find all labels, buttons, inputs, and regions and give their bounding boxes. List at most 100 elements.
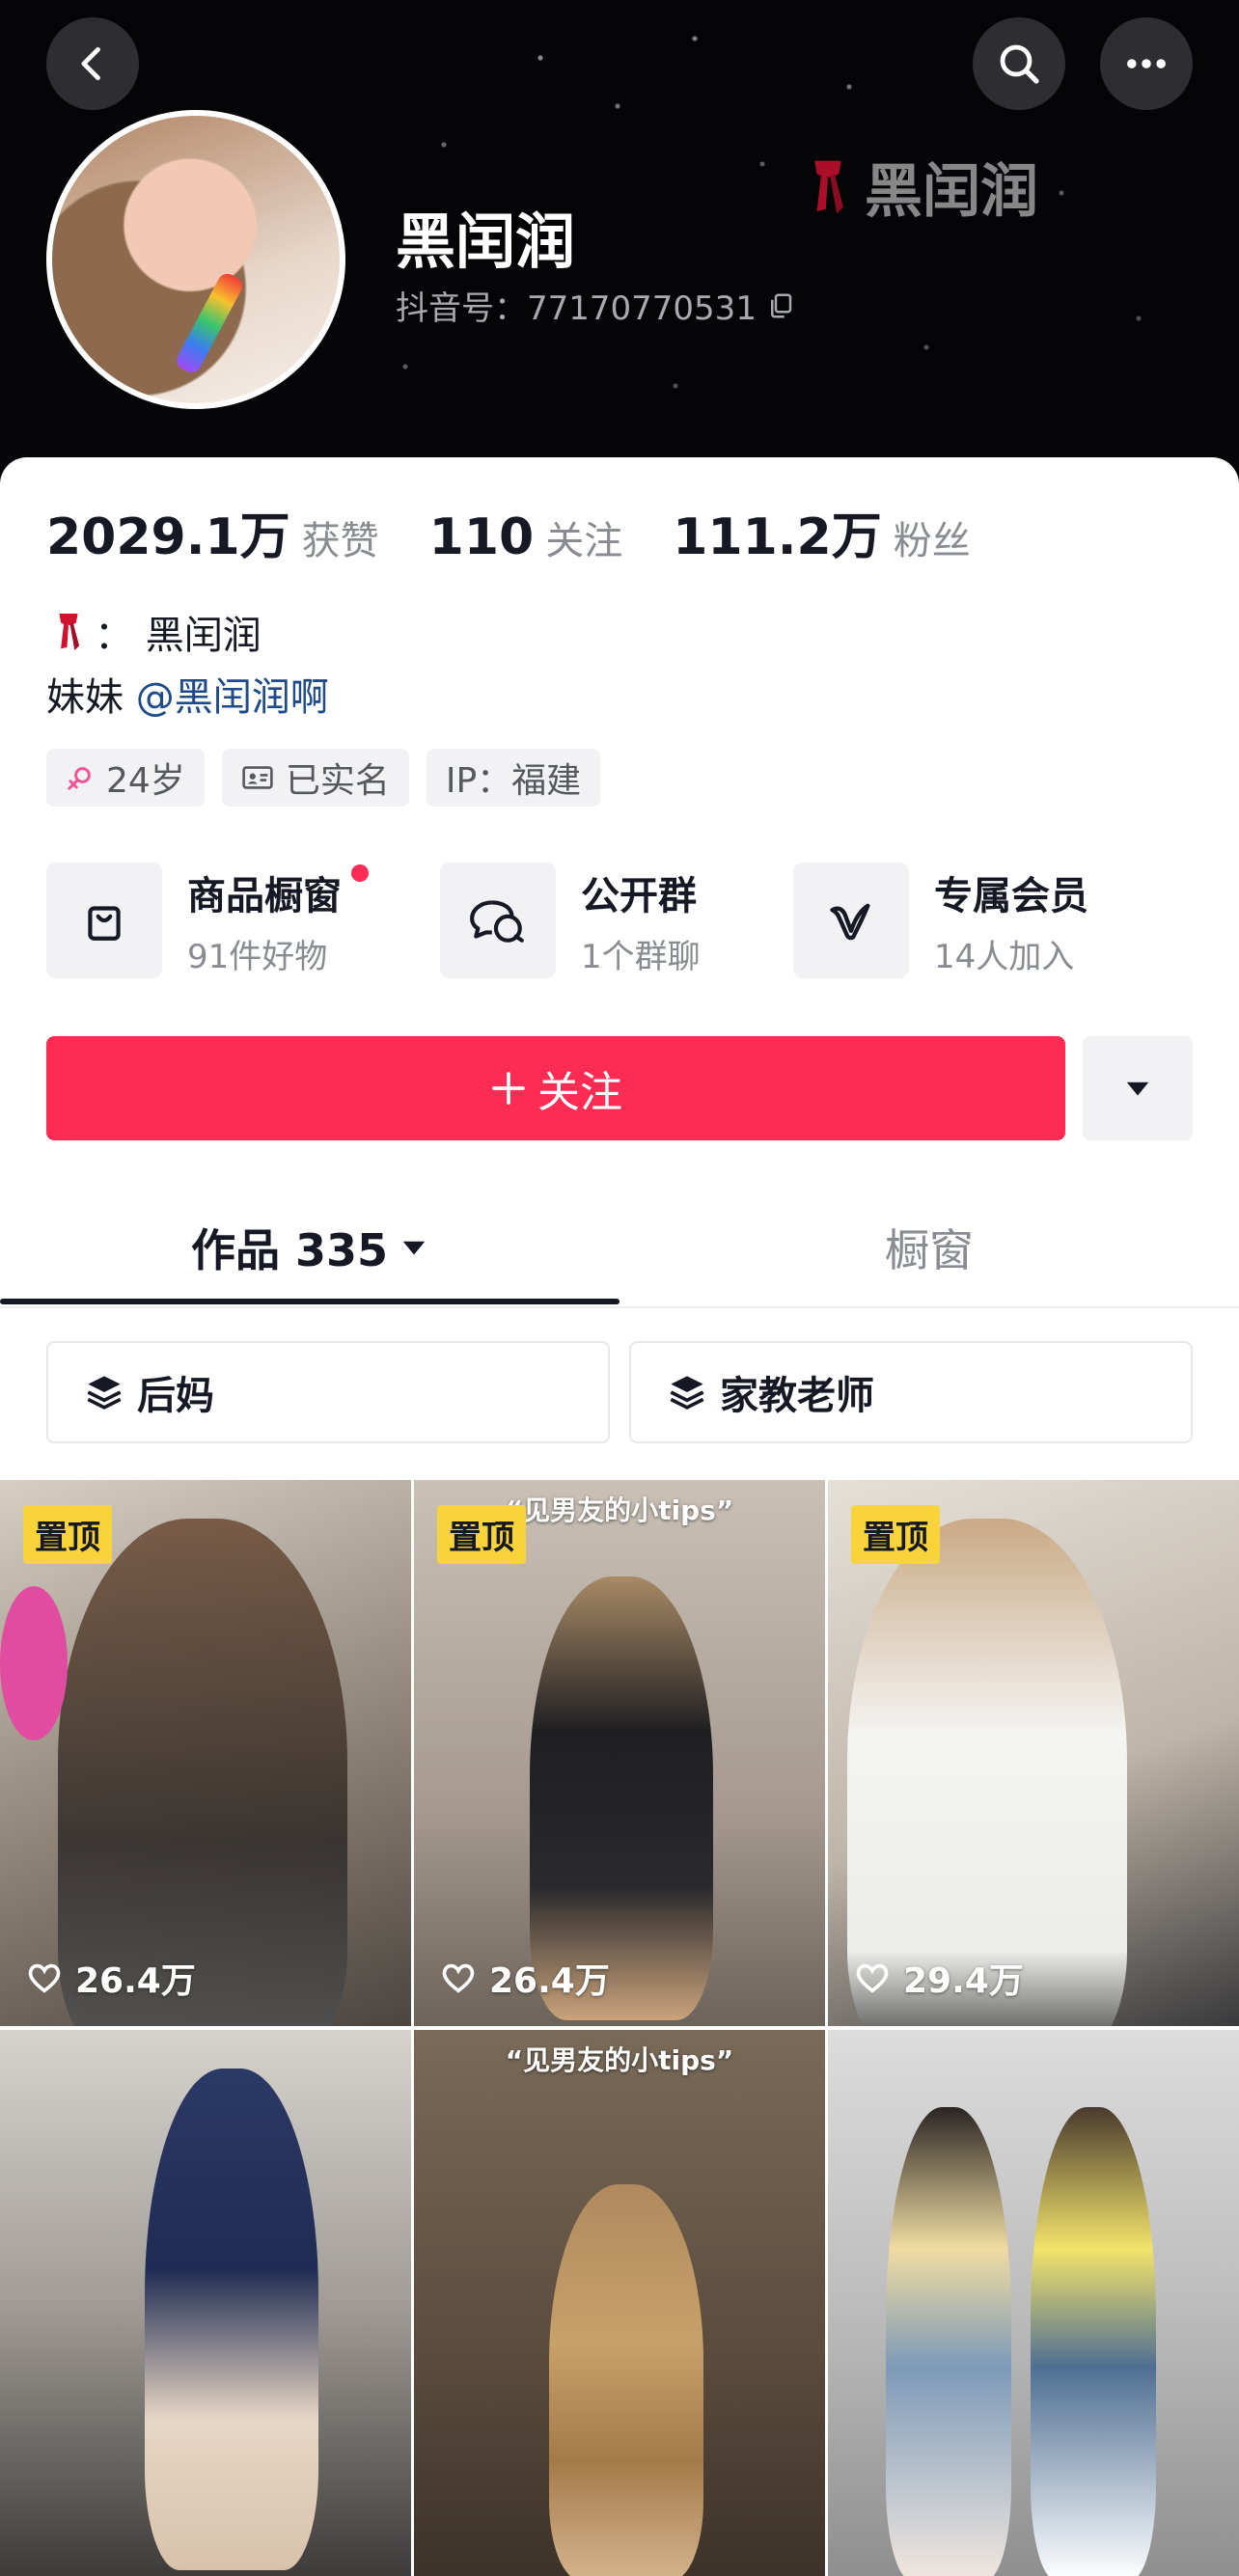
likes-count: 2029.1万 [46, 508, 290, 566]
collection-chip[interactable]: 家教老师 [629, 1341, 1193, 1443]
caret-down-icon [1126, 1082, 1149, 1096]
layers-icon [87, 1376, 122, 1410]
tab-showcase[interactable]: 橱窗 [620, 1191, 1239, 1304]
back-button[interactable] [46, 17, 139, 110]
shop-window-title: 商品橱窗 [187, 873, 342, 918]
avatar-candy-decoration [173, 270, 246, 376]
follow-dropdown-button[interactable] [1083, 1036, 1193, 1140]
tab-works[interactable]: 作品 335 [0, 1191, 620, 1304]
like-count-text: 29.4万 [903, 1961, 1024, 2001]
likes-label: 获赞 [301, 519, 379, 563]
thumbnail-figure [1031, 2107, 1156, 2576]
thumbnail-prop [0, 1586, 68, 1740]
collection-chip[interactable]: 后妈 [46, 1341, 610, 1443]
active-tab-indicator [0, 1299, 620, 1304]
ip-text: IP：福建 [445, 761, 582, 801]
profile-name: 黑闰润 [396, 206, 576, 277]
video-thumbnail[interactable]: “见男友的小tips” [414, 2030, 825, 2576]
video-thumbnail[interactable]: “见男友的小tips” 置顶 26.4万 [414, 1480, 825, 2026]
shopping-bag-icon [88, 906, 121, 941]
like-count: 26.4万 [25, 1953, 196, 2003]
more-options-button[interactable] [1100, 17, 1193, 110]
pinned-badge: 置顶 [437, 1505, 526, 1564]
bio-mention-link[interactable]: @黑闰润啊 [136, 675, 329, 720]
public-group-title: 公开群 [581, 873, 697, 918]
douyin-id-text: 抖音号：77170770531 [396, 289, 757, 328]
heart-icon [442, 1963, 475, 1993]
membership-icon-box [793, 863, 909, 978]
thumbnail-figure [145, 2069, 318, 2570]
video-caption: “见男友的小tips” [505, 2044, 734, 2076]
services-row: 商品橱窗 91件好物 公开群 1个群聊 专属会员 14人加入 [46, 863, 1195, 978]
tab-works-label: 作品 335 [190, 1224, 389, 1276]
caret-down-icon [402, 1241, 426, 1255]
age-tag: 24岁 [46, 749, 205, 807]
profile-sheet: 2029.1万 获赞 110 关注 111.2万 粉丝 ： 黑闰润 妹妹 @黑闰… [0, 457, 1239, 2576]
following-label[interactable]: 关注 [545, 509, 622, 565]
watermark-text: 黑闰润 [865, 158, 1038, 226]
header-watermark: 黑闰润 [801, 145, 1038, 229]
pinned-badge: 置顶 [851, 1505, 940, 1564]
video-thumbnail[interactable]: 置顶 29.4万 [828, 1480, 1239, 2026]
shop-window-icon-box [46, 863, 162, 978]
membership-subtitle: 14人加入 [934, 937, 1075, 976]
bio-line-1: ： 黑闰润 [50, 604, 262, 660]
shop-window-entry[interactable]: 商品橱窗 91件好物 [46, 863, 369, 978]
verified-text: 已实名 [285, 761, 390, 801]
pinned-badge: 置顶 [23, 1505, 112, 1564]
public-group-subtitle: 1个群聊 [581, 937, 701, 976]
group-chat-icon [470, 900, 524, 943]
bio-line-2: 妹妹 @黑闰润啊 [46, 666, 329, 722]
video-thumbnail[interactable] [0, 2030, 411, 2576]
stats-row: 2029.1万 获赞 110 关注 111.2万 粉丝 [46, 496, 1021, 568]
scarf-icon [59, 614, 80, 650]
female-icon [68, 767, 91, 790]
following-count[interactable]: 110 [429, 508, 535, 566]
tab-showcase-label: 橱窗 [885, 1224, 974, 1276]
more-dots-icon [1127, 59, 1166, 69]
age-text: 24岁 [106, 761, 185, 801]
like-count: 29.4万 [853, 1953, 1024, 2003]
heart-icon [28, 1963, 61, 1993]
membership-title: 专属会员 [934, 873, 1088, 918]
layers-icon [670, 1376, 704, 1410]
content-tabs: 作品 335 橱窗 [0, 1191, 1239, 1308]
chevron-left-icon [81, 46, 100, 81]
thumbnail-figure [549, 2184, 703, 2576]
followers-label[interactable]: 粉丝 [894, 509, 971, 565]
shop-window-subtitle: 91件好物 [187, 937, 328, 976]
scarf-icon [814, 160, 843, 213]
search-button[interactable] [973, 17, 1065, 110]
thumbnail-figure [847, 1519, 1127, 2026]
like-count-text: 26.4万 [489, 1961, 610, 2001]
public-group-icon-box [440, 863, 556, 978]
video-thumbnail[interactable] [828, 2030, 1239, 2576]
membership-v-icon [830, 903, 870, 941]
collection-chip-label: 家教老师 [720, 1374, 874, 1418]
copy-icon[interactable] [766, 291, 795, 320]
plus-icon [492, 1072, 525, 1105]
followers-count[interactable]: 111.2万 [673, 496, 881, 568]
thumbnail-figure [58, 1519, 347, 2026]
id-card-icon [242, 766, 273, 789]
collection-chip-label: 后妈 [137, 1374, 214, 1418]
collections-row: 后妈 家教老师 [46, 1341, 1193, 1443]
bio-line-1-text: ： 黑闰润 [95, 614, 262, 658]
bio-line-2-prefix: 妹妹 [46, 675, 124, 720]
heart-icon [856, 1963, 889, 1993]
follow-button-label: 关注 [537, 1068, 622, 1117]
search-icon [1000, 44, 1039, 84]
follow-button[interactable]: 关注 [46, 1036, 1065, 1140]
avatar[interactable] [46, 110, 345, 409]
thumbnail-figure [886, 2107, 1011, 2576]
public-group-entry[interactable]: 公开群 1个群聊 [440, 863, 701, 978]
like-count: 26.4万 [439, 1953, 610, 2003]
notification-dot [351, 864, 369, 882]
like-count-text: 26.4万 [75, 1961, 196, 2001]
profile-header: 黑闰润 抖音号：77170770531 黑闰润 [0, 0, 1239, 502]
ip-tag: IP：福建 [426, 749, 601, 807]
video-thumbnail[interactable]: 置顶 26.4万 [0, 1480, 411, 2026]
douyin-id[interactable]: 抖音号：77170770531 [396, 282, 795, 329]
verified-tag: 已实名 [221, 749, 409, 807]
membership-entry[interactable]: 专属会员 14人加入 [793, 863, 1088, 978]
